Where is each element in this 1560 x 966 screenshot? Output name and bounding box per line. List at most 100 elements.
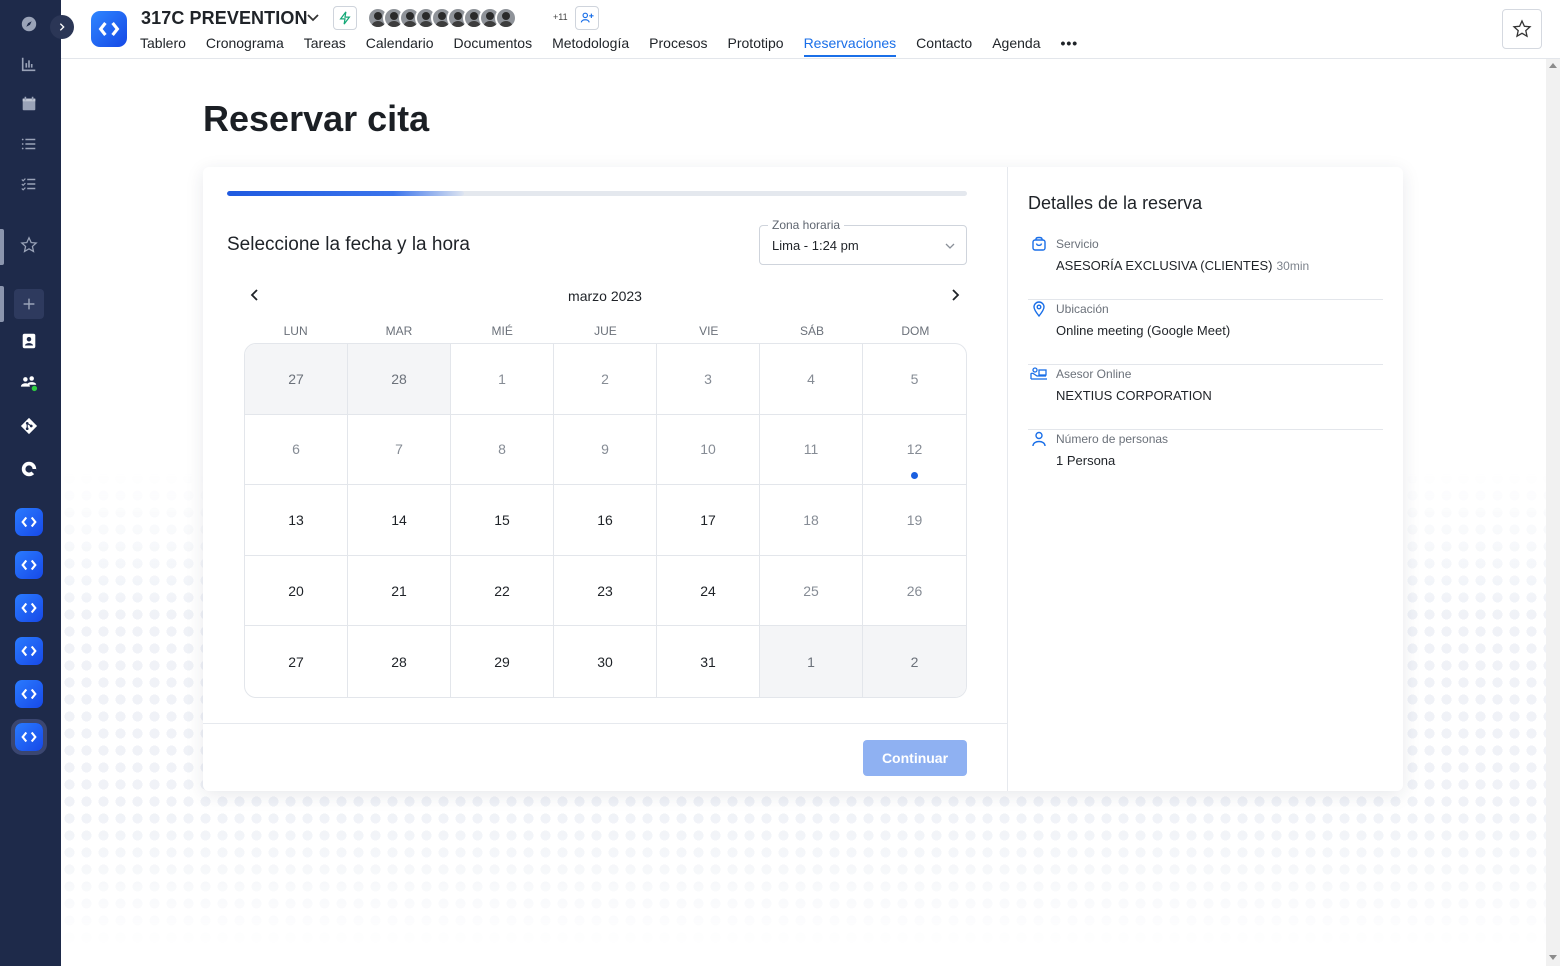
day-number: 3	[704, 370, 712, 387]
day-number: 5	[910, 370, 919, 387]
weekday-label: DOM	[901, 324, 930, 338]
previous-month-button[interactable]	[247, 287, 263, 303]
tab-documentos[interactable]: Documentos	[454, 35, 533, 57]
star-icon	[1512, 19, 1532, 38]
card-footer-divider	[203, 723, 1008, 724]
calendar-day-available[interactable]: 28	[348, 626, 451, 697]
calendar-day: 2	[554, 344, 657, 415]
tab-tablero[interactable]: Tablero	[140, 35, 186, 57]
project-app-icon-current[interactable]	[11, 719, 47, 755]
calendar-icon[interactable]	[14, 89, 44, 119]
calendar-day: 2	[863, 626, 966, 697]
git-icon[interactable]	[14, 411, 44, 441]
weekday-label: MIÉ	[491, 324, 513, 338]
day-number: 1	[498, 370, 506, 387]
scroll-up-arrow-icon[interactable]	[1549, 63, 1557, 68]
project-app-icon-3[interactable]	[15, 594, 43, 622]
advisor-desk-icon	[1030, 367, 1047, 380]
calendar-day-available[interactable]: 24	[657, 555, 760, 627]
contacts-icon[interactable]	[14, 326, 44, 356]
lightning-icon	[339, 11, 351, 25]
calendar-day: 12	[863, 415, 966, 486]
star-rail-icon[interactable]	[14, 230, 44, 260]
day-number: 25	[803, 582, 819, 599]
circle-app-icon[interactable]	[14, 454, 44, 484]
chevron-right-icon	[59, 23, 65, 31]
chart-icon[interactable]	[14, 49, 44, 79]
tab-agenda[interactable]: Agenda	[992, 35, 1040, 57]
add-member-button[interactable]	[575, 6, 599, 30]
timezone-value: Lima - 1:24 pm	[772, 238, 859, 253]
tab-procesos[interactable]: Procesos	[649, 35, 707, 57]
team-chat-icon[interactable]	[14, 368, 44, 398]
tab-metodologia[interactable]: Metodología	[552, 35, 629, 57]
calendar-day-available[interactable]: 22	[451, 555, 554, 627]
detail-value: Online meeting (Google Meet)	[1056, 323, 1231, 338]
tab-tareas[interactable]: Tareas	[304, 35, 346, 57]
continue-button[interactable]: Continuar	[863, 740, 967, 776]
timezone-select[interactable]: Zona horaria Lima - 1:24 pm	[759, 218, 967, 265]
next-month-button[interactable]	[947, 287, 963, 303]
compass-icon[interactable]	[14, 9, 44, 39]
project-app-icon-4[interactable]	[15, 637, 43, 665]
tab-prototipo[interactable]: Prototipo	[728, 35, 784, 57]
add-icon[interactable]	[14, 289, 44, 319]
detail-service: Servicio ASESORÍA EXCLUSIVA (CLIENTES) 30…	[1028, 235, 1383, 300]
code-brackets-icon	[98, 22, 120, 36]
project-app-icon-5[interactable]	[15, 680, 43, 708]
project-app-icon-2[interactable]	[15, 551, 43, 579]
calendar-day-available[interactable]: 30	[554, 626, 657, 697]
day-number: 26	[906, 582, 923, 599]
calendar-day-available[interactable]: 29	[451, 626, 554, 697]
day-number: 22	[494, 582, 510, 599]
checklist-icon[interactable]	[14, 169, 44, 199]
calendar-day: 26	[863, 556, 966, 627]
calendar-day-available[interactable]: 15	[451, 485, 554, 556]
today-indicator	[911, 472, 918, 480]
more-tabs-button[interactable]: •••	[1061, 35, 1079, 57]
list-icon[interactable]	[14, 129, 44, 159]
calendar-day-available[interactable]: 14	[348, 485, 451, 556]
detail-label: Asesor Online	[1056, 367, 1132, 381]
tab-reservaciones[interactable]: Reservaciones	[803, 35, 897, 57]
day-number: 31	[700, 653, 716, 670]
weekday-label: JUE	[594, 324, 617, 338]
vertical-scrollbar[interactable]	[1546, 59, 1560, 966]
calendar-day-available[interactable]: 20	[245, 555, 348, 627]
shopping-bag-icon	[1032, 236, 1046, 251]
calendar-day-available[interactable]: 13	[245, 485, 348, 556]
extra-members-count[interactable]: +11	[553, 12, 568, 22]
detail-value: NEXTIUS CORPORATION	[1056, 388, 1212, 403]
project-app-icon-1[interactable]	[15, 508, 43, 536]
calendar-day-available[interactable]: 17	[657, 485, 760, 556]
calendar-day: 1	[451, 344, 554, 415]
detail-value: ASESORÍA EXCLUSIVA (CLIENTES) 30min	[1056, 258, 1309, 273]
day-number: 28	[391, 653, 407, 670]
day-number: 16	[597, 511, 613, 528]
calendar-day-available[interactable]: 21	[348, 555, 451, 627]
project-logo[interactable]	[91, 11, 127, 47]
scroll-down-arrow-icon[interactable]	[1549, 955, 1557, 960]
detail-label: Servicio	[1056, 237, 1099, 251]
day-number: 30	[597, 653, 613, 670]
calendar-day: 25	[760, 555, 863, 627]
progress-fill	[227, 191, 464, 196]
project-title[interactable]: 317C PREVENTION	[141, 8, 308, 29]
avatar	[495, 7, 517, 29]
calendar-day-available[interactable]: 23	[554, 555, 657, 627]
calendar-day-available[interactable]: 16	[554, 485, 657, 556]
favorite-button[interactable]	[1502, 9, 1542, 49]
day-number: 9	[601, 441, 609, 458]
tab-contacto[interactable]: Contacto	[916, 35, 972, 57]
tab-calendario[interactable]: Calendario	[366, 35, 434, 57]
tab-cronograma[interactable]: Cronograma	[206, 35, 284, 57]
chevron-down-icon[interactable]	[305, 10, 321, 26]
main-content: Reservar cita Seleccione la fecha y la h…	[61, 60, 1546, 966]
rail-expand-button[interactable]	[50, 15, 74, 39]
person-icon	[1032, 431, 1046, 447]
member-avatars[interactable]	[367, 7, 517, 29]
automation-button[interactable]	[333, 6, 357, 30]
calendar-day-available[interactable]: 27	[245, 626, 348, 697]
calendar-day-available[interactable]: 31	[657, 626, 760, 697]
calendar-day: 19	[863, 485, 966, 556]
